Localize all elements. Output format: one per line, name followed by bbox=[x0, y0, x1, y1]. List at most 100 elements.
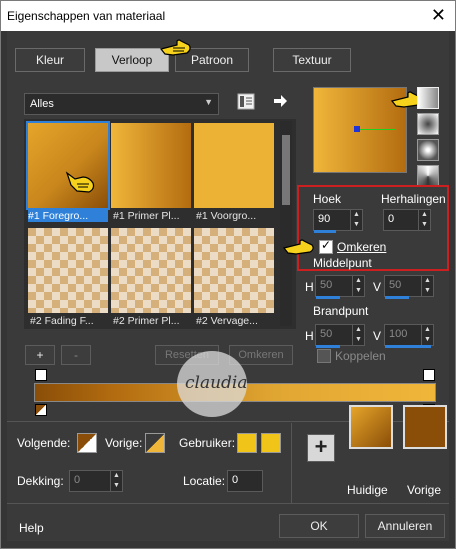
gradient-thumb-5[interactable] bbox=[111, 228, 191, 313]
checkmark-icon: ✓ bbox=[321, 238, 332, 252]
gradient-label-3: #1 Voorgro... bbox=[196, 210, 257, 222]
color-stop-left[interactable] bbox=[35, 404, 47, 416]
spinner-arrows-icon[interactable]: ▲ ▼ bbox=[421, 276, 433, 296]
angle-value: 90 bbox=[318, 213, 331, 225]
gradient-label-1: #1 Foregro... bbox=[28, 210, 108, 222]
cancel-button[interactable]: Annuleren bbox=[365, 514, 445, 538]
previous-label: Vorige bbox=[407, 483, 442, 497]
spinner-arrows-icon[interactable]: ▲ ▼ bbox=[418, 210, 430, 230]
user-color-swatch-2[interactable] bbox=[261, 433, 281, 453]
current-label: Huidige bbox=[347, 483, 388, 497]
scrollbar-thumb[interactable] bbox=[282, 135, 290, 205]
gradient-thumb-3[interactable] bbox=[194, 123, 274, 208]
focal-point-label: Brandpunt bbox=[313, 304, 369, 318]
center-h-slider[interactable] bbox=[316, 296, 340, 299]
divider bbox=[7, 503, 449, 504]
next-label: Volgende: bbox=[17, 436, 71, 450]
opacity-spinner[interactable]: 0 ▲ ▼ bbox=[69, 470, 123, 492]
pointing-hand-icon bbox=[159, 39, 191, 56]
list-scrollbar[interactable] bbox=[280, 121, 292, 326]
center-h-spinner[interactable]: 50 ▲ ▼ bbox=[315, 275, 365, 297]
opacity-stop-left[interactable] bbox=[35, 369, 47, 381]
angle-spinner[interactable]: 90 ▲ ▼ bbox=[313, 209, 363, 231]
watermark-logo: claudia bbox=[177, 351, 248, 417]
opacity-value: 0 bbox=[74, 474, 81, 486]
gradient-label-5: #2 Primer Pl... bbox=[113, 315, 180, 327]
repeats-label: Herhalingen bbox=[381, 192, 446, 206]
focal-v-spinner[interactable]: 100 ▲ ▼ bbox=[384, 324, 434, 346]
link-checkbox[interactable] bbox=[317, 349, 331, 363]
focal-h-spinner[interactable]: 50 ▲ ▼ bbox=[315, 324, 365, 346]
gradient-label-6: #2 Vervage... bbox=[196, 315, 258, 327]
repeats-value: 0 bbox=[388, 213, 395, 225]
invert-label: Omkeren bbox=[337, 240, 387, 254]
location-label: Locatie: bbox=[183, 474, 226, 488]
focal-h-slider[interactable] bbox=[316, 345, 340, 348]
arrow-right-icon[interactable] bbox=[272, 93, 288, 109]
tab-kleur[interactable]: Kleur bbox=[15, 48, 85, 72]
focal-h-label: H bbox=[305, 329, 314, 343]
help-link[interactable]: Help bbox=[19, 521, 44, 535]
gradient-thumb-6[interactable] bbox=[194, 228, 274, 313]
chevron-down-icon: ▼ bbox=[204, 97, 213, 107]
previous-material-swatch[interactable] bbox=[403, 405, 447, 449]
current-material-swatch[interactable] bbox=[349, 405, 393, 449]
divider-vertical bbox=[291, 423, 292, 503]
center-h-value: 50 bbox=[320, 279, 333, 291]
watermark-text: claudia bbox=[185, 373, 248, 393]
center-h-label: H bbox=[305, 280, 314, 294]
focal-v-label: V bbox=[373, 329, 382, 343]
window-title: Eigenschappen van materiaal bbox=[7, 9, 166, 23]
center-v-slider[interactable] bbox=[385, 296, 409, 299]
ok-button[interactable]: OK bbox=[279, 514, 359, 538]
gradient-thumb-2[interactable] bbox=[111, 123, 191, 208]
gradient-label-4: #2 Fading F... bbox=[30, 315, 94, 327]
add-swatch-button[interactable]: + bbox=[307, 434, 335, 462]
spinner-arrows-icon[interactable]: ▲ ▼ bbox=[350, 210, 362, 230]
next-color-swatch[interactable] bbox=[77, 433, 97, 453]
opacity-stop-right[interactable] bbox=[423, 369, 435, 381]
radial-style-button[interactable] bbox=[417, 165, 439, 187]
center-v-label: V bbox=[373, 280, 382, 294]
angle-slider[interactable] bbox=[314, 230, 336, 233]
user-color-swatch-1[interactable] bbox=[237, 433, 257, 453]
tab-verloop[interactable]: Verloop bbox=[95, 48, 169, 72]
location-field[interactable]: 0 bbox=[227, 470, 263, 492]
center-v-spinner[interactable]: 50 ▲ ▼ bbox=[384, 275, 434, 297]
focal-h-value: 50 bbox=[320, 328, 333, 340]
linear-style-button[interactable] bbox=[417, 87, 439, 109]
close-icon[interactable]: ✕ bbox=[431, 5, 446, 25]
spinner-arrows-icon[interactable]: ▲ ▼ bbox=[352, 276, 364, 296]
gradient-thumb-1[interactable] bbox=[26, 121, 110, 210]
link-label: Koppelen bbox=[335, 349, 386, 363]
preview-center-handle[interactable] bbox=[354, 126, 360, 132]
focal-v-value: 100 bbox=[389, 328, 408, 340]
add-stop-button[interactable]: + bbox=[25, 345, 55, 365]
list-view-icon[interactable] bbox=[237, 93, 255, 111]
dialog-client: Kleur Verloop Patroon Textuur Alles ▼ #1… bbox=[7, 31, 449, 541]
angle-label: Hoek bbox=[313, 192, 342, 206]
prev-color-swatch[interactable] bbox=[145, 433, 165, 453]
spinner-arrows-icon[interactable]: ▲ ▼ bbox=[110, 471, 122, 491]
spinner-arrows-icon[interactable]: ▲ ▼ bbox=[421, 325, 433, 345]
pointing-hand-icon bbox=[282, 239, 314, 255]
category-dropdown[interactable]: Alles ▼ bbox=[24, 93, 219, 115]
opacity-label: Dekking: bbox=[17, 474, 64, 488]
prev-label: Vorige: bbox=[105, 436, 143, 450]
focal-v-slider[interactable] bbox=[385, 345, 431, 348]
dialog-window: Eigenschappen van materiaal ✕ Kleur Verl… bbox=[0, 0, 456, 549]
gradient-thumb-4[interactable] bbox=[28, 228, 108, 313]
title-bar: Eigenschappen van materiaal ✕ bbox=[1, 1, 455, 31]
remove-stop-button[interactable]: - bbox=[61, 345, 91, 365]
spinner-arrows-icon[interactable]: ▲ ▼ bbox=[352, 325, 364, 345]
gradient-label-2: #1 Primer Pl... bbox=[113, 210, 180, 222]
invert-checkbox[interactable]: ✓ bbox=[319, 238, 333, 254]
rectangular-style-button[interactable] bbox=[417, 113, 439, 135]
location-value: 0 bbox=[232, 474, 239, 486]
preview-direction-line bbox=[356, 129, 396, 130]
center-v-value: 50 bbox=[389, 279, 402, 291]
repeats-spinner[interactable]: 0 ▲ ▼ bbox=[383, 209, 431, 231]
tab-textuur[interactable]: Textuur bbox=[273, 48, 351, 72]
pointing-hand-icon bbox=[65, 171, 95, 193]
sunburst-style-button[interactable] bbox=[417, 139, 439, 161]
